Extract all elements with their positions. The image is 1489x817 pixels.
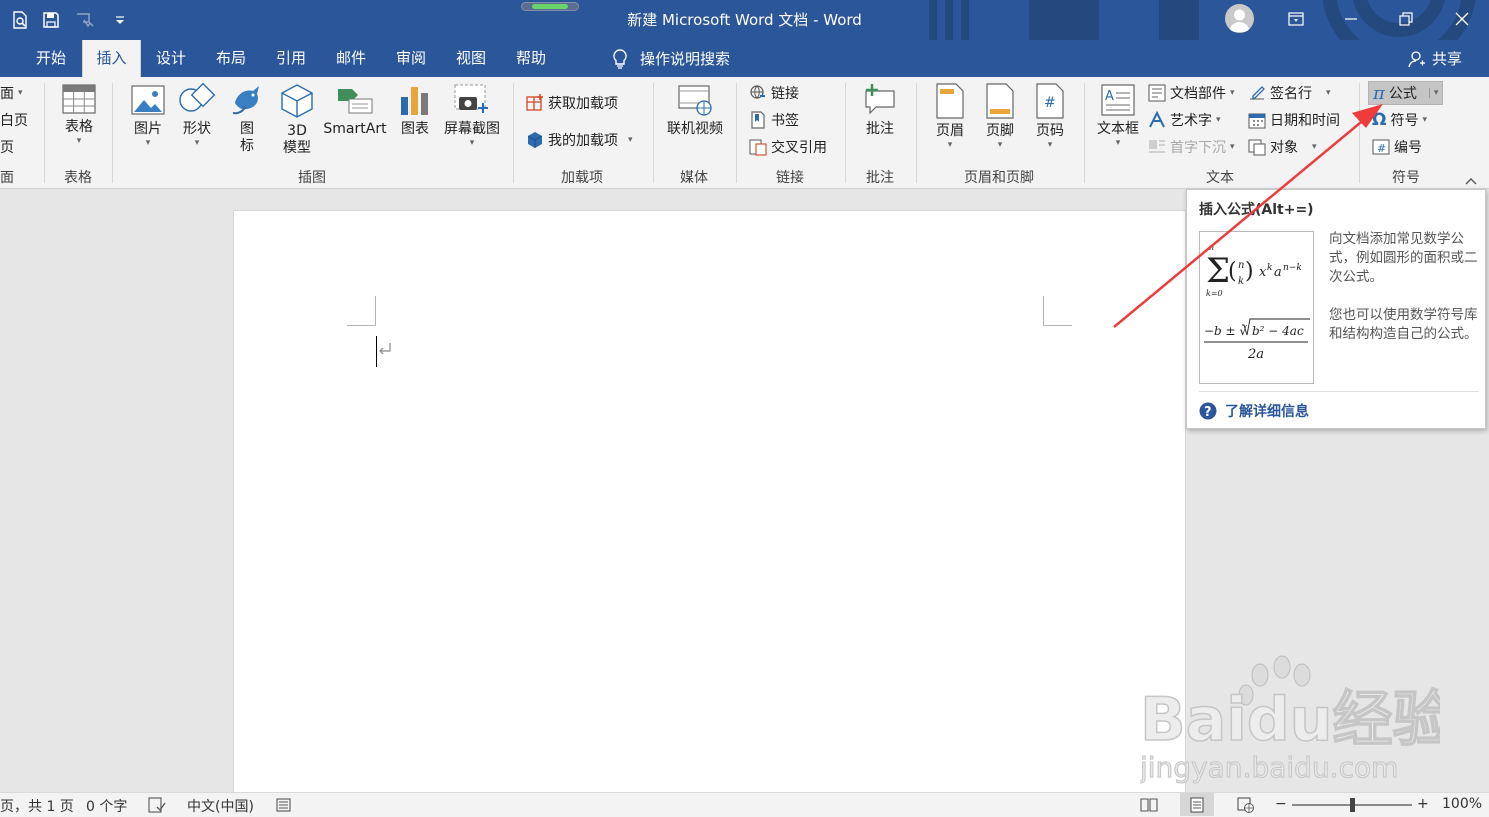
zoom-out-button[interactable]: − [1275, 796, 1287, 812]
web-layout-icon[interactable] [1237, 797, 1255, 817]
zoom-slider-thumb[interactable] [1349, 798, 1355, 812]
zoom-in-button[interactable]: + [1417, 796, 1429, 812]
print-layout-icon[interactable] [1180, 793, 1214, 816]
language-status[interactable]: 中文(中国) [187, 796, 254, 816]
proofing-icon[interactable] [148, 797, 166, 817]
zoom-level[interactable]: 100% [1442, 796, 1482, 812]
macro-recording-icon[interactable] [276, 797, 292, 817]
red-annotation-arrow [1113, 104, 1383, 328]
page-count-status[interactable]: 页，共 1 页 [0, 796, 74, 816]
read-mode-icon[interactable] [1140, 797, 1158, 817]
status-bar: 页，共 1 页 0 个字 中文(中国) − + 100% [0, 792, 1489, 817]
word-count-status[interactable]: 0 个字 [86, 796, 127, 816]
